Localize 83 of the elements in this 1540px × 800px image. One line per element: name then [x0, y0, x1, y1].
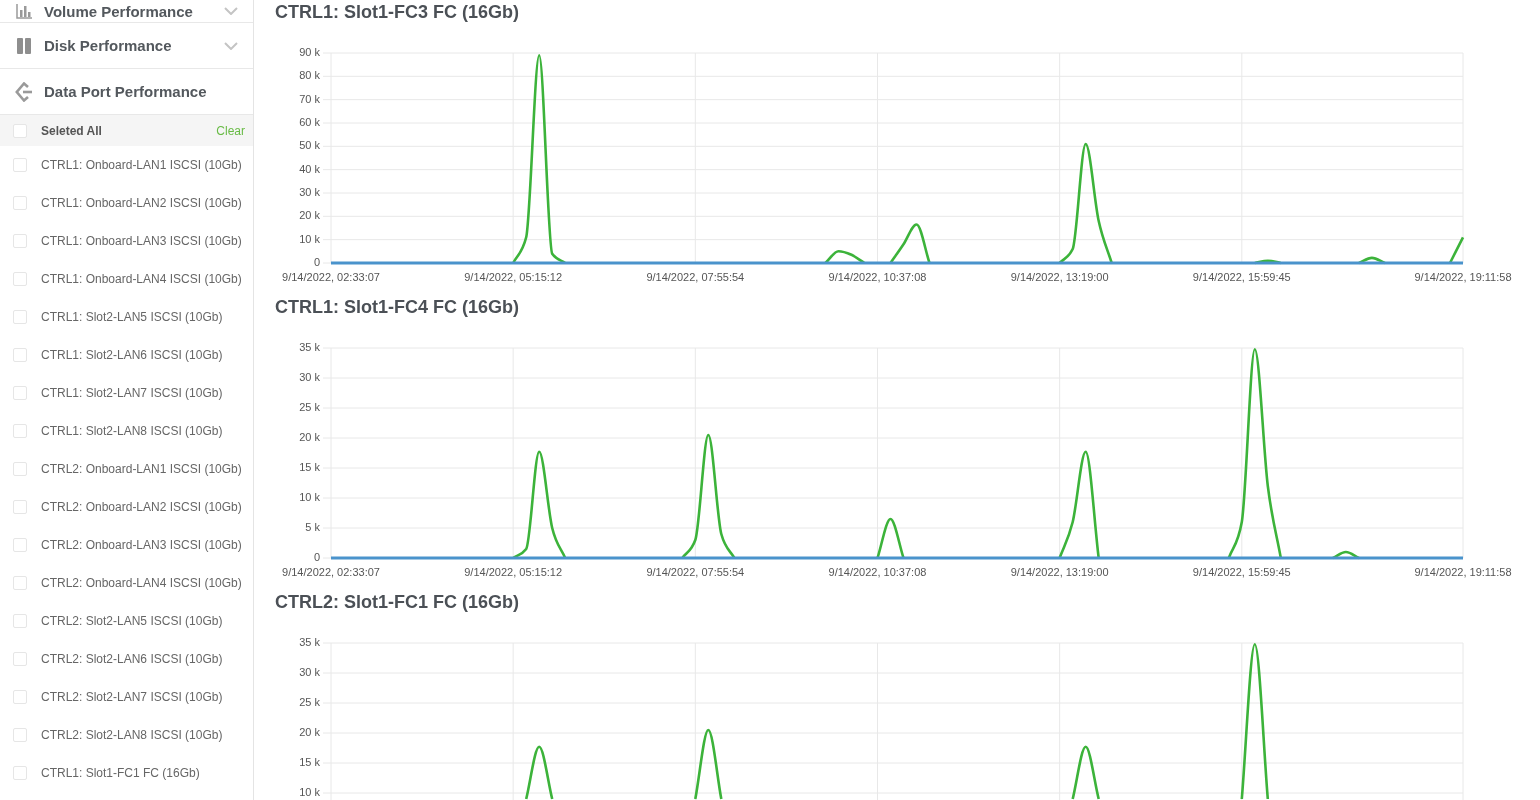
y-axis-label: 25 k: [299, 695, 320, 708]
y-axis-label: 35 k: [299, 340, 320, 353]
y-axis-label: 60 k: [299, 115, 320, 128]
checkbox[interactable]: [13, 652, 27, 666]
chart-title: CTRL2: Slot1-FC1 FC (16Gb): [274, 591, 520, 614]
chart-title: CTRL1: Slot1-FC4 FC (16Gb): [274, 296, 520, 319]
x-axis-label: 9/14/2022, 02:33:07: [282, 270, 380, 283]
y-axis-label: 20 k: [299, 725, 320, 738]
chevron-down-icon: [224, 7, 238, 15]
checkbox[interactable]: [13, 272, 27, 286]
x-axis-label: 9/14/2022, 15:59:45: [1192, 270, 1291, 283]
chevron-down-icon: [224, 41, 238, 50]
x-axis-label: 9/14/2022, 19:11:58: [1414, 270, 1512, 283]
checkbox[interactable]: [13, 234, 27, 248]
y-axis-label: 0: [313, 255, 320, 268]
port-list-item[interactable]: CTRL1: Onboard-LAN3 ISCSI (10Gb): [0, 222, 253, 260]
y-axis-label: 70 k: [299, 92, 320, 105]
y-axis-label: 20 k: [299, 430, 320, 443]
x-axis-label: 9/14/2022, 07:55:54: [646, 270, 745, 283]
x-axis-label: 9/14/2022, 10:37:08: [828, 565, 927, 578]
checkbox[interactable]: [13, 158, 27, 172]
y-axis-label: 5 k: [305, 520, 320, 533]
y-axis-label: 15 k: [299, 755, 320, 768]
y-axis-label: 10 k: [299, 232, 320, 245]
y-axis-label: 50 k: [299, 139, 320, 152]
port-list-item[interactable]: CTRL2: Onboard-LAN4 ISCSI (10Gb): [0, 564, 253, 602]
port-list-item[interactable]: CTRL2: Slot2-LAN8 ISCSI (10Gb): [0, 716, 253, 754]
checkbox[interactable]: [13, 196, 27, 210]
checkbox[interactable]: [13, 424, 27, 438]
checkbox[interactable]: [13, 500, 27, 514]
y-axis-label: 30 k: [299, 370, 320, 383]
checkbox[interactable]: [13, 310, 27, 324]
checkbox[interactable]: [13, 348, 27, 362]
checkbox[interactable]: [13, 766, 27, 780]
checkbox[interactable]: [13, 614, 27, 628]
accordion-header[interactable]: Disk Performance: [0, 23, 253, 69]
port-list-item[interactable]: CTRL1: Slot2-LAN5 ISCSI (10Gb): [0, 298, 253, 336]
port-list-item[interactable]: CTRL1: Onboard-LAN2 ISCSI (10Gb): [0, 184, 253, 222]
checkbox[interactable]: [13, 728, 27, 742]
checkbox[interactable]: [13, 123, 27, 138]
checkbox[interactable]: [13, 538, 27, 552]
x-axis-label: 9/14/2022, 10:37:08: [828, 270, 927, 283]
x-axis-label: 9/14/2022, 13:19:00: [1010, 270, 1109, 283]
x-axis-label: 9/14/2022, 05:15:12: [464, 565, 563, 578]
y-axis-label: 80 k: [299, 69, 320, 82]
port-list-item[interactable]: CTRL1: Slot2-LAN8 ISCSI (10Gb): [0, 412, 253, 450]
y-axis-label: 30 k: [299, 185, 320, 198]
y-axis-label: 15 k: [299, 460, 320, 473]
y-axis-label: 35 k: [299, 635, 320, 648]
x-axis-label: 9/14/2022, 07:55:54: [646, 565, 745, 578]
port-list-item[interactable]: CTRL2: Slot2-LAN6 ISCSI (10Gb): [0, 640, 253, 678]
port-list-item[interactable]: CTRL1: Slot1-FC1 FC (16Gb): [0, 754, 253, 792]
port-list-item[interactable]: CTRL1: Slot2-LAN6 ISCSI (10Gb): [0, 336, 253, 374]
port-list-item[interactable]: CTRL2: Slot2-LAN7 ISCSI (10Gb): [0, 678, 253, 716]
checkbox[interactable]: [13, 386, 27, 400]
y-axis-label: 30 k: [299, 665, 320, 678]
x-axis-label: 9/14/2022, 02:33:07: [282, 565, 380, 578]
y-axis-label: 25 k: [299, 400, 320, 413]
port-list-item[interactable]: CTRL2: Onboard-LAN3 ISCSI (10Gb): [0, 526, 253, 564]
bar-chart-icon: [16, 3, 32, 19]
y-axis-label: 10 k: [299, 490, 320, 503]
port-list-item[interactable]: CTRL1: Onboard-LAN4 ISCSI (10Gb): [0, 260, 253, 298]
x-axis-label: 9/14/2022, 13:19:00: [1010, 565, 1109, 578]
port-list-item[interactable]: CTRL2: Onboard-LAN1 ISCSI (10Gb): [0, 450, 253, 488]
x-axis-label: 9/14/2022, 05:15:12: [464, 270, 563, 283]
y-axis-label: 0: [313, 550, 320, 563]
y-axis-label: 90 k: [299, 45, 320, 58]
port-list-item[interactable]: CTRL2: Onboard-LAN2 ISCSI (10Gb): [0, 488, 253, 526]
checkbox[interactable]: [13, 690, 27, 704]
checkbox[interactable]: [13, 462, 27, 476]
select-all-label[interactable]: Seleted All: [41, 123, 102, 138]
checkbox[interactable]: [13, 576, 27, 590]
chart-title: CTRL1: Slot1-FC3 FC (16Gb): [274, 1, 520, 24]
y-axis-label: 10 k: [299, 785, 320, 798]
x-axis-label: 9/14/2022, 19:11:58: [1414, 565, 1512, 578]
y-axis-label: 40 k: [299, 162, 320, 175]
x-axis-label: 9/14/2022, 15:59:45: [1192, 565, 1291, 578]
port-list-item[interactable]: CTRL2: Slot2-LAN5 ISCSI (10Gb): [0, 602, 253, 640]
port-list-item[interactable]: CTRL1: Slot2-LAN7 ISCSI (10Gb): [0, 374, 253, 412]
double-bar-icon: [17, 37, 31, 54]
port-list-item[interactable]: CTRL1: Onboard-LAN1 ISCSI (10Gb): [0, 146, 253, 184]
accordion-header[interactable]: Volume Performance: [0, 0, 253, 23]
y-axis-label: 20 k: [299, 209, 320, 222]
